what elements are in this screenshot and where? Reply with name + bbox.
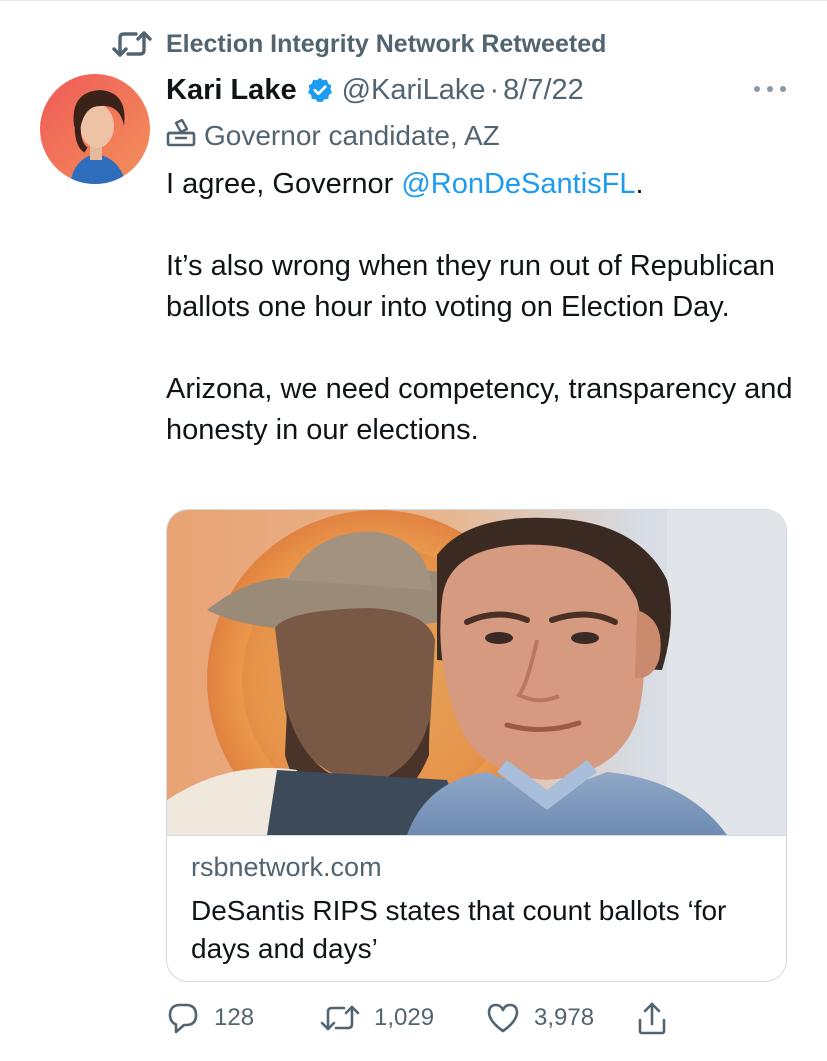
separator-dot: · xyxy=(489,73,500,106)
ballot-box-icon xyxy=(166,118,196,154)
tweet-text-prefix: I agree, Governor xyxy=(166,168,402,200)
author-handle[interactable]: @KariLake xyxy=(342,74,486,107)
reply-icon xyxy=(166,1001,200,1035)
verified-badge-icon xyxy=(306,76,334,104)
tweet-text-suffix: . xyxy=(635,168,644,200)
like-icon xyxy=(486,1002,520,1034)
card-title: DeSantis RIPS states that count ballots … xyxy=(191,895,727,964)
tweet-text: I agree, Governor @RonDeSantisFL. It’s a… xyxy=(166,164,806,492)
mention-link[interactable]: @RonDeSantisFL xyxy=(401,168,635,200)
tweet-paragraph-1: I agree, Governor @RonDeSantisFL. xyxy=(166,164,806,205)
author-name[interactable]: Kari Lake xyxy=(166,74,297,107)
more-icon[interactable] xyxy=(754,82,786,96)
retweet-icon xyxy=(320,1003,360,1033)
like-button[interactable]: 3,978 xyxy=(486,996,594,1040)
top-divider xyxy=(0,0,827,1)
retweet-count: 1,029 xyxy=(374,1004,435,1031)
account-label: Governor candidate, AZ xyxy=(166,116,500,156)
tweet-header: Kari Lake @KariLake · 8/7/22 xyxy=(166,70,584,110)
share-icon xyxy=(636,1000,668,1036)
retweet-icon xyxy=(112,29,152,59)
retweet-context: Election Integrity Network Retweeted xyxy=(112,26,606,62)
card-image[interactable] xyxy=(167,510,786,850)
share-button[interactable] xyxy=(636,996,668,1040)
reply-button[interactable]: 128 xyxy=(166,996,254,1040)
card-domain: rsbnetwork.com xyxy=(191,852,382,882)
tweet-paragraph-2: It’s also wrong when they run out of Rep… xyxy=(166,250,775,323)
link-card[interactable]: rsbnetwork.com DeSantis RIPS states that… xyxy=(166,509,787,982)
avatar[interactable] xyxy=(40,74,150,184)
reply-count: 128 xyxy=(214,1004,255,1031)
retweet-context-text[interactable]: Election Integrity Network Retweeted xyxy=(166,30,606,59)
account-label-text: Governor candidate, AZ xyxy=(204,120,500,151)
action-bar: 128 1,029 3,978 xyxy=(166,996,766,1040)
tweet-date[interactable]: 8/7/22 xyxy=(503,74,584,107)
tweet-paragraph-3: Arizona, we need competency, transparenc… xyxy=(166,373,793,446)
retweet-button[interactable]: 1,029 xyxy=(320,996,434,1040)
like-count: 3,978 xyxy=(534,1004,595,1031)
